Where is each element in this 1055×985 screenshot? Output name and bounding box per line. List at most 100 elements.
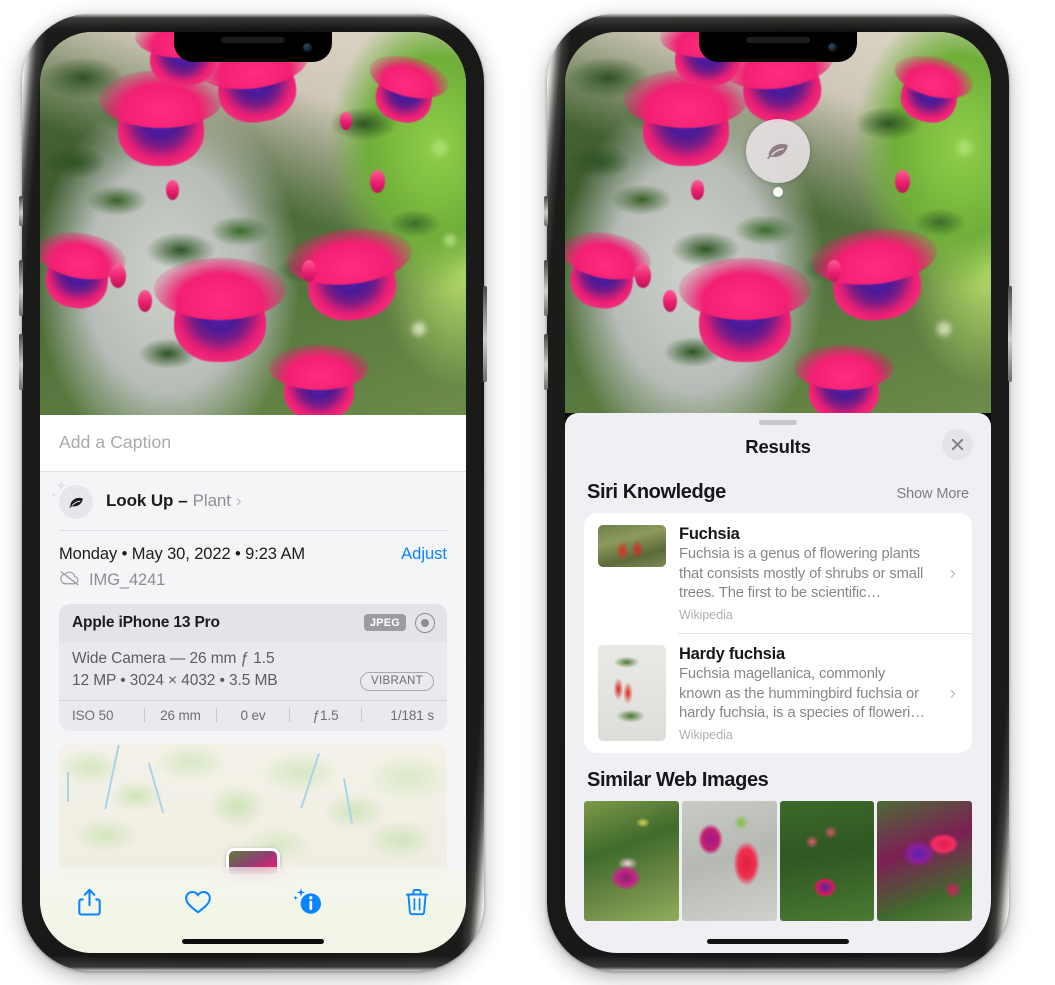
share-button[interactable]	[66, 881, 112, 923]
result-description: Fuchsia is a genus of flowering plants t…	[679, 546, 924, 602]
right-phone-screen: Results Siri Knowledge Show More Fuchsia…	[565, 32, 991, 953]
left-phone-screen: Add a Caption ✦ ✦ Look Up – Plant › Mond…	[40, 32, 466, 953]
volume-down-button[interactable]	[19, 334, 23, 390]
flower-bloom	[678, 258, 812, 362]
heart-icon	[185, 890, 212, 914]
icloud-slash-icon	[59, 570, 80, 591]
trash-icon	[405, 889, 429, 916]
share-icon	[77, 888, 101, 916]
map-road	[67, 771, 69, 802]
home-indicator[interactable]	[707, 939, 849, 944]
front-camera	[303, 43, 312, 52]
image-size-info: 12 MP • 3024 × 4032 • 3.5 MB	[72, 672, 278, 690]
location-map-card[interactable]	[59, 743, 447, 874]
web-image-thumbnail[interactable]	[877, 801, 972, 922]
caption-row[interactable]: Add a Caption	[40, 415, 466, 472]
volume-up-button[interactable]	[19, 260, 23, 316]
favorite-button[interactable]	[175, 881, 221, 923]
result-text-block: Hardy fuchsia Fuchsia magellanica, commo…	[679, 645, 937, 742]
result-title: Fuchsia	[679, 525, 740, 543]
exif-stat-shutter: 1/181 s	[390, 707, 435, 723]
flower-bud	[691, 180, 704, 200]
similar-web-images-strip[interactable]	[565, 801, 991, 922]
leaf-icon	[59, 485, 93, 519]
bokeh-highlight	[412, 322, 426, 336]
knowledge-result-row[interactable]: Hardy fuchsia Fuchsia magellanica, commo…	[584, 633, 972, 753]
lens-icon	[415, 612, 435, 633]
caption-input[interactable]: Add a Caption	[59, 432, 447, 453]
file-format-badge: JPEG	[363, 614, 406, 632]
flower-bud	[827, 260, 841, 282]
side-power-button[interactable]	[1008, 286, 1012, 382]
knowledge-result-row[interactable]: Fuchsia Fuchsia is a genus of flowering …	[584, 513, 972, 633]
flower-bud	[663, 290, 677, 312]
photo-viewer[interactable]	[40, 32, 466, 415]
silent-switch[interactable]	[19, 196, 23, 226]
photo-date: Monday • May 30, 2022 • 9:23 AM	[59, 544, 306, 563]
show-more-button[interactable]: Show More	[897, 486, 970, 502]
flower-bud	[370, 170, 385, 193]
exif-size-row: 12 MP • 3024 × 4032 • 3.5 MB VIBRANT	[72, 671, 434, 691]
flower-bud	[635, 264, 651, 288]
visual-lookup-anchor-dot	[773, 187, 783, 197]
photographic-style-badge: VIBRANT	[360, 671, 434, 691]
result-title: Hardy fuchsia	[679, 645, 785, 664]
results-header: Results	[565, 425, 991, 469]
chevron-right-icon: ›	[949, 682, 956, 704]
web-image-thumbnail[interactable]	[779, 801, 875, 922]
right-iphone-device: Results Siri Knowledge Show More Fuchsia…	[544, 14, 1012, 971]
exif-stat-exposure: 0 ev	[240, 707, 266, 723]
bokeh-highlight	[937, 322, 951, 336]
camera-device-name: Apple iPhone 13 Pro	[72, 613, 220, 631]
info-button[interactable]	[285, 881, 331, 923]
flower-bloom	[153, 258, 287, 362]
result-description: Fuchsia magellanica, commonly known as t…	[679, 666, 925, 722]
visual-lookup-badge[interactable]	[746, 119, 810, 183]
look-up-label: Look Up	[106, 490, 174, 510]
flower-bloom	[793, 344, 895, 413]
leaf-icon	[767, 144, 788, 160]
result-thumbnail	[598, 525, 666, 567]
chevron-right-icon: ›	[235, 490, 242, 510]
photo-filename: IMG_4241	[89, 570, 166, 589]
flower-bud	[340, 112, 352, 130]
earpiece-speaker	[746, 37, 810, 43]
similar-web-images-title: Similar Web Images	[587, 769, 769, 792]
exif-header-right: JPEG	[363, 612, 435, 633]
photo-viewer[interactable]	[565, 32, 991, 413]
front-camera	[828, 43, 837, 52]
volume-up-button[interactable]	[544, 260, 548, 316]
look-up-subject: Plant	[192, 490, 231, 510]
filename-row: IMG_4241	[59, 564, 447, 604]
exif-stats-row: ISO 50 26 mm 0 ev ƒ1.5 1/181 s	[59, 699, 447, 731]
close-icon	[951, 438, 964, 451]
adjust-button[interactable]: Adjust	[401, 545, 447, 564]
exif-card[interactable]: Apple iPhone 13 Pro JPEG Wide Camera — 2…	[59, 603, 447, 731]
flower-bud	[166, 180, 179, 200]
delete-button[interactable]	[394, 881, 440, 923]
silent-switch[interactable]	[544, 196, 548, 226]
web-image-thumbnail[interactable]	[681, 801, 777, 922]
results-title: Results	[745, 436, 811, 457]
flower-bud	[110, 264, 126, 288]
results-sheet: Results Siri Knowledge Show More Fuchsia…	[565, 413, 991, 953]
earpiece-speaker	[221, 37, 285, 43]
left-iphone-device: Add a Caption ✦ ✦ Look Up – Plant › Mond…	[19, 14, 487, 971]
flower-bloom	[99, 69, 223, 166]
bokeh-highlight	[432, 140, 448, 156]
flower-bud	[302, 260, 316, 282]
notch	[699, 32, 857, 62]
chevron-right-icon: ›	[949, 562, 956, 584]
home-indicator[interactable]	[182, 939, 324, 944]
result-source: Wikipedia	[679, 608, 733, 623]
siri-knowledge-title: Siri Knowledge	[587, 481, 726, 503]
look-up-dash: –	[178, 490, 188, 510]
web-image-thumbnail[interactable]	[584, 801, 679, 922]
side-power-button[interactable]	[483, 286, 487, 382]
look-up-row[interactable]: ✦ ✦ Look Up – Plant ›	[40, 472, 466, 530]
look-up-badge: ✦ ✦	[50, 479, 94, 519]
close-button[interactable]	[942, 429, 973, 460]
lens-info: Wide Camera — 26 mm ƒ 1.5	[72, 649, 275, 667]
volume-down-button[interactable]	[544, 334, 548, 390]
siri-knowledge-card: Fuchsia Fuchsia is a genus of flowering …	[584, 513, 972, 754]
